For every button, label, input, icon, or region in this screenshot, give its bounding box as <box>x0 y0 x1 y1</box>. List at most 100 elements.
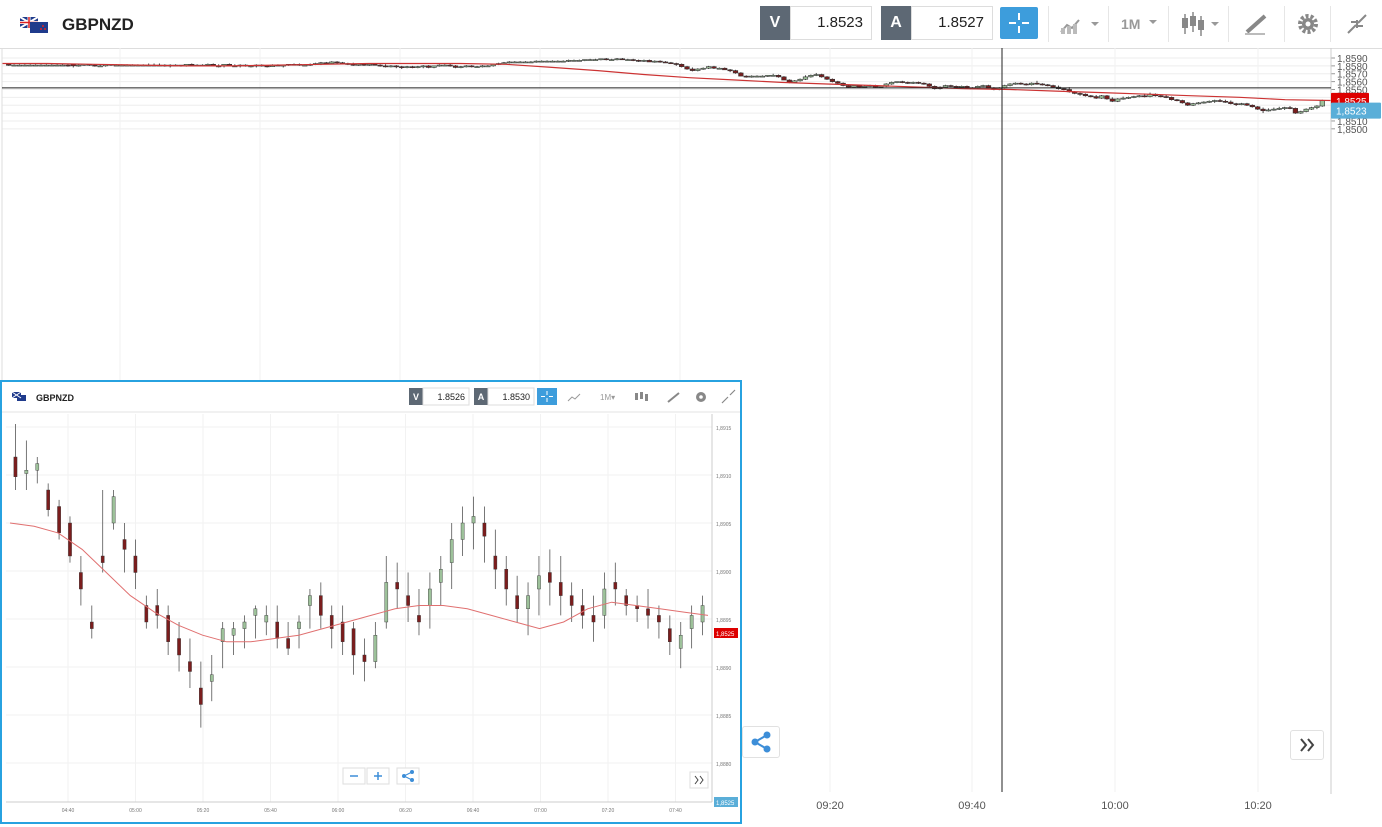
candle-body <box>27 64 33 67</box>
candle-body <box>539 60 545 63</box>
inset-candle-body <box>57 506 61 534</box>
sell-label[interactable]: V <box>760 6 790 40</box>
inset-candle-body <box>242 621 247 629</box>
crosshair-button[interactable] <box>1000 7 1038 39</box>
inset-x-tick-label: 07:00 <box>534 808 547 814</box>
candle-body <box>1308 107 1315 110</box>
inset-chart-window[interactable]: GBPNZD V 1.8526 A 1.8530 1M▾ 1,8915 1,891… <box>0 380 742 824</box>
candles-icon <box>1182 12 1219 36</box>
candle-body <box>862 86 868 88</box>
candle-body <box>942 85 949 88</box>
candle-body <box>716 67 722 70</box>
inset-toolbar <box>2 382 740 412</box>
candle-body <box>765 75 771 77</box>
candle-body <box>54 64 60 67</box>
candle-body <box>851 85 857 88</box>
sell-price-box[interactable]: 1.8523 <box>790 6 872 40</box>
buy-price-box[interactable]: 1.8527 <box>911 6 993 40</box>
inset-y-tick-label: 1,8905 <box>716 522 732 528</box>
share-button[interactable] <box>742 726 780 758</box>
inset-candle-body <box>68 522 72 557</box>
x-tick-label: 10:20 <box>1244 800 1272 812</box>
candle-body <box>350 63 356 66</box>
candle-body <box>587 59 593 61</box>
candle-body <box>1282 107 1288 109</box>
inset-candle-body <box>613 582 618 590</box>
candle-body <box>506 61 512 64</box>
x-tick-label: 09:40 <box>958 800 986 812</box>
candle-body <box>560 60 566 63</box>
settings-button[interactable] <box>1284 6 1331 42</box>
inset-candle-body <box>264 615 269 623</box>
candle-body <box>926 83 932 87</box>
draw-button[interactable] <box>1228 6 1285 42</box>
candle-body <box>662 61 669 64</box>
candle-body <box>953 86 959 88</box>
candle-body <box>630 59 636 61</box>
candle-body <box>1185 102 1191 106</box>
timeframe-button[interactable]: 1M <box>1108 6 1169 42</box>
inset-crosshair-button[interactable] <box>537 388 557 405</box>
candle-body <box>915 82 922 84</box>
inset-candle-body <box>209 674 214 682</box>
candle-body <box>797 78 803 82</box>
candle-body <box>474 66 480 68</box>
candle-body <box>959 86 965 88</box>
inset-candle-body <box>657 615 661 623</box>
inset-candle-body <box>569 595 574 606</box>
inset-candle-body <box>482 522 487 537</box>
candle-body <box>775 75 782 78</box>
inset-candle-body <box>548 572 552 583</box>
collapse-button[interactable] <box>1330 6 1382 42</box>
candle-body <box>399 66 405 68</box>
buy-label[interactable]: A <box>881 6 911 40</box>
indicators-button[interactable] <box>1048 6 1109 42</box>
candle-body <box>856 85 862 88</box>
candle-body <box>377 64 383 67</box>
candle-body <box>382 65 389 68</box>
scroll-right-button[interactable] <box>1290 730 1324 760</box>
candle-body <box>404 66 410 68</box>
candle-body <box>533 60 539 63</box>
candle-body <box>517 61 523 64</box>
inset-timeframe-label[interactable]: 1M▾ <box>600 393 615 402</box>
inset-y-tick-label: 1,8890 <box>716 666 732 672</box>
inset-x-tick-label: 06:00 <box>332 808 345 814</box>
chart-toolbar: GBPNZD V 1.8523 A 1.8527 1M <box>0 0 1382 49</box>
gbpnzd-flag-icon <box>20 17 48 33</box>
candle-body <box>528 61 534 64</box>
candle-body <box>11 64 17 67</box>
inset-price-chart[interactable]: GBPNZD V 1.8526 A 1.8530 1M▾ 1,8915 1,891… <box>2 382 740 822</box>
candle-body <box>679 63 685 67</box>
inset-candle-body <box>111 496 116 524</box>
inset-candle-body <box>428 588 432 606</box>
chart-type-button[interactable] <box>1168 6 1229 42</box>
inset-candle-body <box>297 621 301 629</box>
candle-body <box>415 66 421 68</box>
inset-scroll-right-button[interactable] <box>689 771 709 789</box>
candle-body <box>1314 105 1320 108</box>
inset-candle-body <box>275 621 280 639</box>
candle-body <box>808 75 814 78</box>
candle-body <box>813 74 819 76</box>
inset-candle-body <box>35 463 40 471</box>
collapse-icon <box>1347 14 1367 34</box>
inset-share-button[interactable] <box>396 767 420 785</box>
candle-body <box>323 62 329 65</box>
candle-body <box>1018 82 1024 85</box>
draw-icon <box>1245 14 1267 35</box>
candle-body <box>802 76 809 80</box>
inset-candle-body <box>177 638 181 656</box>
candle-body <box>1319 100 1325 107</box>
sell-price: 1.8523 <box>817 14 863 31</box>
candle-body <box>576 60 582 62</box>
candle-body <box>436 64 442 67</box>
candle-body <box>1034 82 1040 85</box>
candle-body <box>1109 98 1115 102</box>
candle-body <box>1233 103 1239 105</box>
candle-body <box>689 68 696 71</box>
inset-candle-body <box>460 522 465 540</box>
candle-body <box>1142 95 1148 98</box>
inset-x-tick-label: 05:00 <box>129 808 142 814</box>
candle-body <box>205 63 211 66</box>
